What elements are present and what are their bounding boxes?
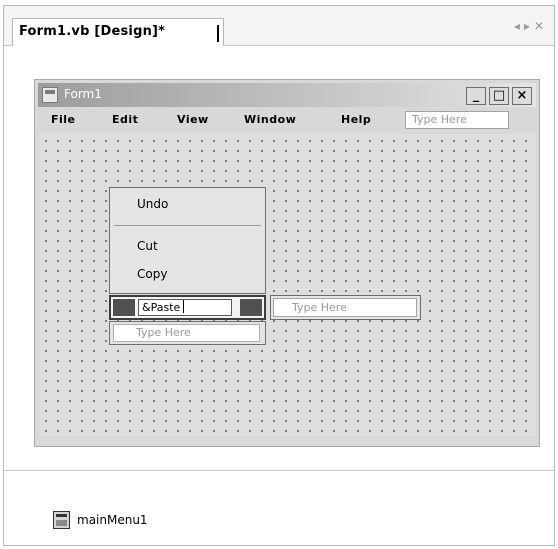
tray-component-label: mainMenu1 bbox=[77, 513, 148, 527]
submenu-type-here-box: Type Here bbox=[270, 295, 421, 320]
menu-item-undo[interactable]: Undo bbox=[137, 197, 168, 211]
document-tab-label: Form1.vb [Design]* bbox=[19, 24, 166, 39]
submenu-type-here[interactable]: Type Here bbox=[273, 298, 417, 317]
edit-menu-dropdown: Undo Cut Copy bbox=[109, 187, 266, 294]
minimize-button[interactable]: _ bbox=[466, 87, 486, 105]
form-title-bar[interactable]: Form1 _ □ × bbox=[38, 83, 536, 107]
maximize-button[interactable]: □ bbox=[489, 87, 509, 105]
design-surface: Form1 _ □ × File Edit View Window Help T… bbox=[4, 47, 554, 470]
menu-help[interactable]: Help bbox=[341, 113, 371, 126]
scroll-left-icon[interactable]: ◂ bbox=[514, 19, 524, 33]
document-tab[interactable]: Form1.vb [Design]* bbox=[12, 18, 224, 46]
selection-marker-left bbox=[113, 299, 135, 316]
form-title: Form1 bbox=[64, 87, 102, 101]
form-client-area[interactable]: Undo Cut Copy &Paste Type Here Type Here bbox=[38, 134, 536, 436]
menu-item-copy[interactable]: Copy bbox=[137, 267, 167, 281]
tab-navigation: ◂▸✕ bbox=[514, 19, 548, 33]
tab-caret bbox=[217, 25, 219, 42]
menu-item-cut[interactable]: Cut bbox=[137, 239, 158, 253]
menu-item-paste-editing[interactable]: &Paste bbox=[109, 295, 266, 320]
component-tray: mainMenu1 bbox=[4, 471, 554, 545]
menu-component-icon bbox=[53, 511, 70, 529]
close-tab-icon[interactable]: ✕ bbox=[534, 19, 548, 33]
menu-window[interactable]: Window bbox=[244, 113, 296, 126]
paste-edit-field[interactable]: &Paste bbox=[138, 299, 232, 316]
menu-view[interactable]: View bbox=[177, 113, 209, 126]
menu-file[interactable]: File bbox=[51, 113, 76, 126]
form-window[interactable]: Form1 _ □ × File Edit View Window Help T… bbox=[34, 79, 540, 447]
dropdown-type-here-box: Type Here bbox=[109, 321, 266, 345]
form-designer-window: Form1.vb [Design]* ◂▸✕ Form1 _ □ × File … bbox=[3, 5, 555, 546]
selection-marker-right bbox=[240, 299, 262, 316]
menu-edit[interactable]: Edit bbox=[112, 113, 138, 126]
menu-bar: File Edit View Window Help Type Here bbox=[38, 110, 536, 132]
paste-edit-text: &Paste bbox=[142, 301, 181, 314]
form-icon bbox=[42, 87, 58, 103]
dropdown-type-here[interactable]: Type Here bbox=[113, 324, 260, 342]
menu-type-here[interactable]: Type Here bbox=[405, 111, 509, 129]
close-button[interactable]: × bbox=[512, 87, 532, 105]
menu-separator bbox=[114, 225, 261, 226]
scroll-right-icon[interactable]: ▸ bbox=[524, 19, 534, 33]
document-tab-strip: Form1.vb [Design]* ◂▸✕ bbox=[4, 6, 554, 46]
text-caret bbox=[183, 300, 185, 313]
